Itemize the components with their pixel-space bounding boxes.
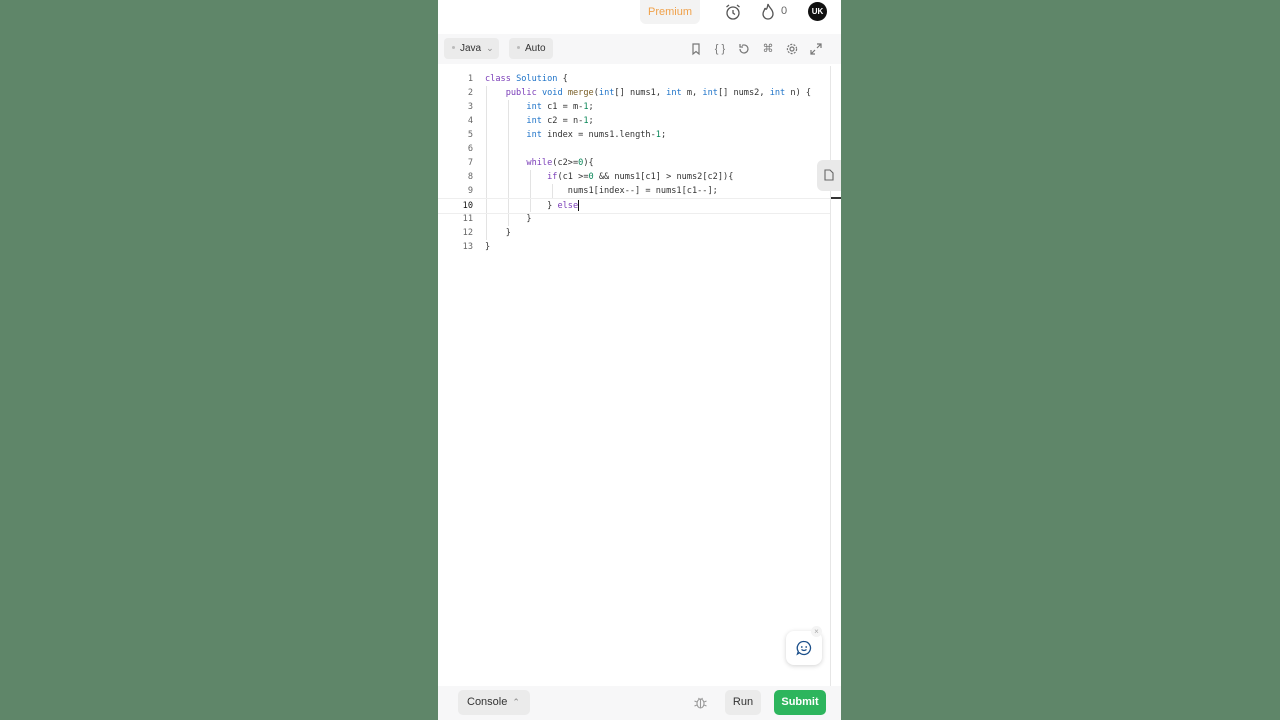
scrollbar-cursor-marker [831,197,841,199]
text-cursor [578,200,580,211]
code-line: 6 [438,142,830,156]
line-number: 3 [467,102,473,112]
language-select[interactable]: Java ⌄ [444,38,499,59]
line-number: 8 [467,172,473,182]
line-number: 5 [467,130,473,140]
bottom-bar: Console ⌃ Run Submit [438,686,841,720]
line-number: 7 [467,158,473,168]
code-line: 1 class Solution { [438,72,830,86]
code-editor[interactable]: 1 class Solution { 2 public void merge(in… [438,66,830,686]
code-line: 8 if(c1 >=0 && nums1[c1] > nums2[c2]){ [438,170,830,184]
premium-button[interactable]: Premium [640,0,700,24]
run-button[interactable]: Run [725,690,761,715]
code-line: 12 } [438,226,830,240]
submit-button[interactable]: Submit [774,690,826,715]
reset-icon[interactable] [737,42,751,56]
code-line: 4 int c2 = n-1; [438,114,830,128]
line-number: 13 [462,242,473,252]
line-number: 12 [462,228,473,238]
chevron-up-icon: ⌃ [512,697,520,707]
code-line: 3 int c1 = m-1; [438,100,830,114]
chat-smile-icon [796,640,812,656]
language-label: Java [460,43,482,54]
editor-toolbar: Java ⌄ Auto { } ⌘ [438,34,841,64]
gear-icon[interactable] [785,42,799,56]
console-label: Console [467,696,508,708]
alarm-clock-icon[interactable] [724,3,742,21]
code-line: 5 int index = nums1.length-1; [438,128,830,142]
line-number: 11 [462,214,473,224]
description-tab[interactable] [817,160,841,191]
streak-count: 0 [781,5,788,17]
close-icon[interactable]: × [811,626,822,637]
line-number: 6 [467,144,473,154]
line-number: 2 [467,88,473,98]
chevron-down-icon: ⌄ [486,43,494,53]
debug-bug-icon[interactable] [693,695,708,710]
code-line: 7 while(c2>=0){ [438,156,830,170]
bookmark-icon[interactable] [689,42,703,56]
line-number: 10 [462,201,473,211]
avatar[interactable]: UK [808,2,827,21]
console-button[interactable]: Console ⌃ [458,690,530,715]
editor-scrollbar[interactable] [830,66,831,686]
expand-icon[interactable] [809,42,823,56]
auto-mode-select[interactable]: Auto [509,38,553,59]
line-number: 9 [467,186,473,196]
code-line: 9 nums1[index--] = nums1[c1--]; [438,184,830,198]
mode-label: Auto [525,43,546,54]
command-shortcut-icon[interactable]: ⌘ [761,42,775,56]
fire-streak-icon[interactable] [760,3,776,21]
code-line: 13} [438,240,830,254]
code-line: 2 public void merge(int[] nums1, int m, … [438,86,830,100]
line-number: 4 [467,116,473,126]
leetcode-mobile-editor: Premium 0 UK Java ⌄ Auto { } ⌘ 1 class Sol… [438,0,841,720]
lock-dot-icon [517,45,520,49]
format-braces-icon[interactable]: { } [713,42,727,56]
line-number: 1 [467,74,473,84]
code-line: 11 } [438,212,830,226]
drag-dot-icon [452,45,455,49]
document-icon [824,169,834,181]
top-bar: Premium 0 UK [438,0,841,30]
